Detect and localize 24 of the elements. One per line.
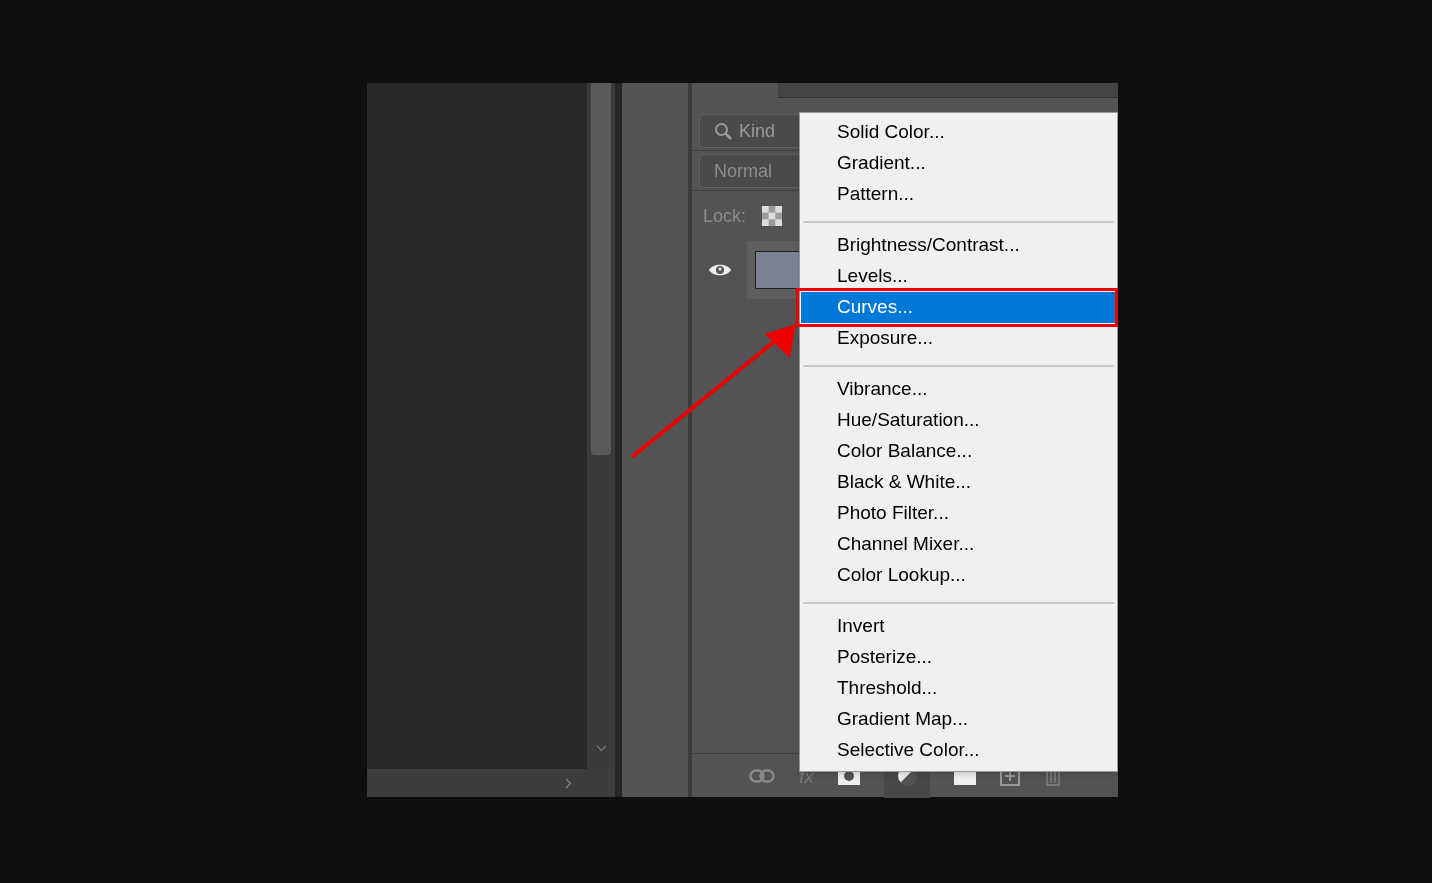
eye-icon[interactable] (707, 262, 732, 278)
menu-item[interactable]: Gradient Map... (801, 704, 1116, 735)
menu-item[interactable]: Channel Mixer... (801, 529, 1116, 560)
menu-item[interactable]: Photo Filter... (801, 498, 1116, 529)
filter-placeholder: Kind (739, 119, 776, 143)
menu-item[interactable]: Black & White... (801, 467, 1116, 498)
menu-item[interactable]: Color Lookup... (801, 560, 1116, 591)
scrollbar-thumb[interactable] (591, 83, 611, 455)
menu-item[interactable]: Invert (801, 611, 1116, 642)
menu-item[interactable]: Curves... (801, 292, 1116, 323)
menu-item[interactable]: Exposure... (801, 323, 1116, 354)
menu-item[interactable]: Color Balance... (801, 436, 1116, 467)
menu-item[interactable]: Brightness/Contrast... (801, 230, 1116, 261)
chevron-down-icon[interactable] (596, 745, 607, 752)
chevron-right-icon[interactable] (565, 778, 572, 789)
lock-transparency-icon[interactable] (762, 206, 783, 226)
menu-item[interactable]: Levels... (801, 261, 1116, 292)
lock-label: Lock: (703, 204, 747, 228)
search-icon (714, 121, 733, 141)
menu-item[interactable]: Hue/Saturation... (801, 405, 1116, 436)
menu-item[interactable]: Threshold... (801, 673, 1116, 704)
menu-item[interactable]: Selective Color... (801, 735, 1116, 766)
menu-item[interactable]: Vibrance... (801, 374, 1116, 405)
menu-item[interactable]: Posterize... (801, 642, 1116, 673)
